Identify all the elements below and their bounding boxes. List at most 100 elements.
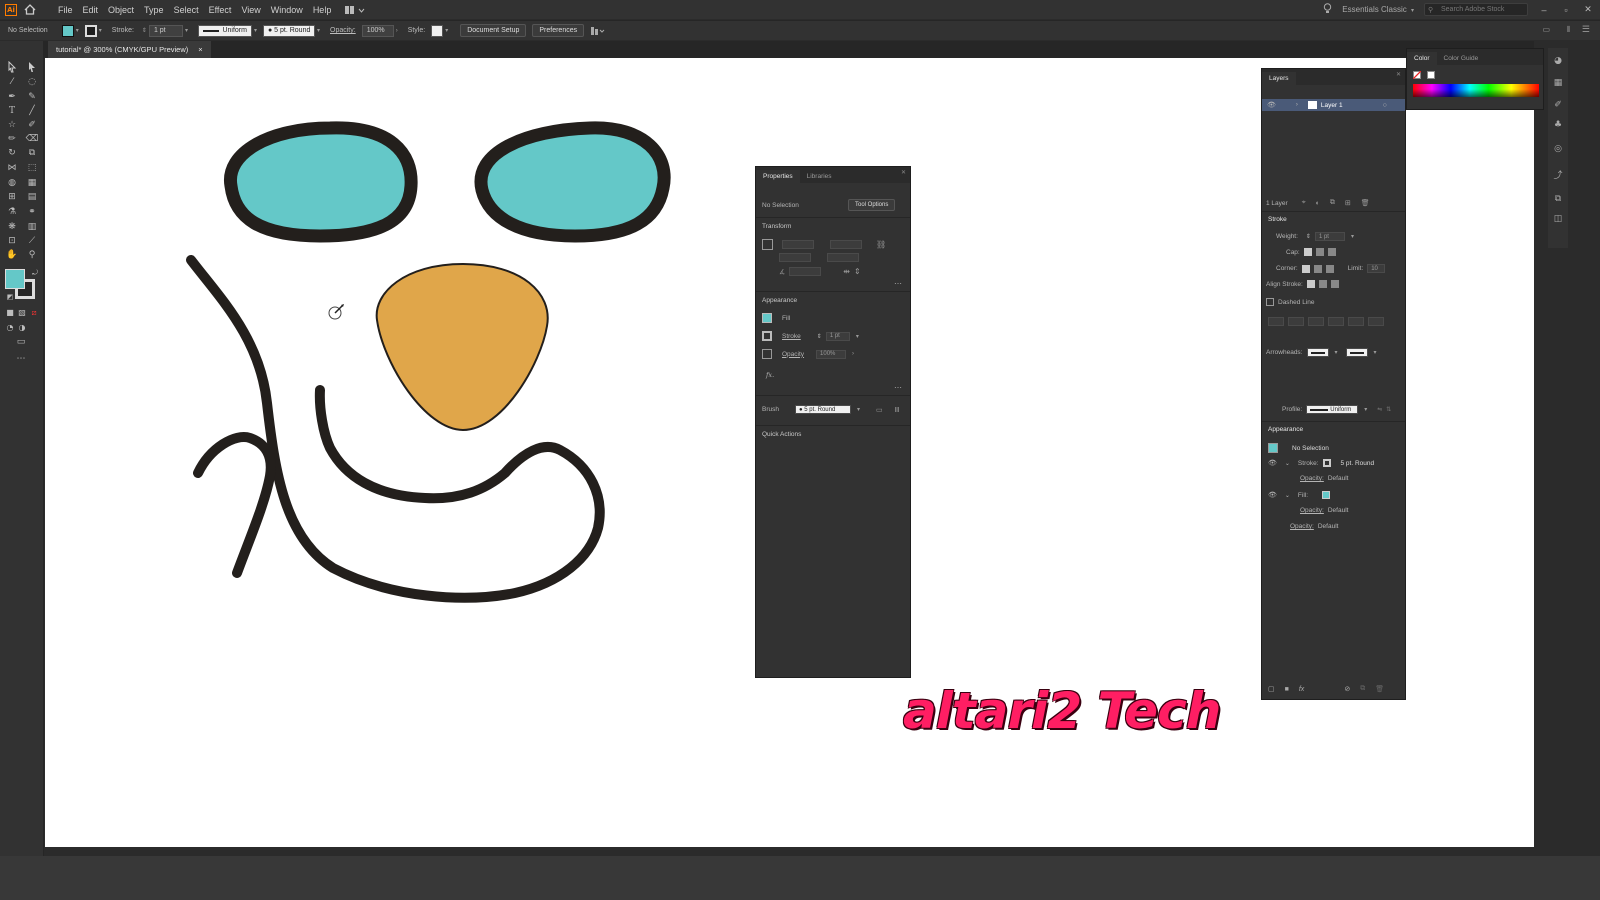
fill-visibility-eye-icon[interactable]: 👁 — [1268, 491, 1277, 499]
dash-field-2[interactable] — [1308, 317, 1324, 326]
layer-target-icon[interactable]: ○ — [1383, 102, 1387, 109]
tab-layers[interactable]: Layers — [1262, 72, 1296, 85]
layer-expand-icon[interactable]: › — [1296, 102, 1298, 108]
appearance-stroke-swatch[interactable] — [1322, 459, 1331, 467]
slice-tool-icon[interactable]: ⟋ — [25, 235, 39, 248]
white-color-icon[interactable] — [1427, 71, 1435, 79]
layer-row[interactable]: 👁 › Layer 1 ○ — [1262, 99, 1405, 111]
reference-point-icon[interactable] — [762, 239, 773, 250]
menu-window[interactable]: Window — [266, 5, 308, 15]
projecting-cap-icon[interactable] — [1327, 248, 1336, 256]
dash-field-1[interactable] — [1268, 317, 1284, 326]
none-mode-icon[interactable]: ⧄ — [27, 306, 41, 319]
curvature-tool-icon[interactable]: ✎ — [25, 91, 39, 104]
tab-libraries[interactable]: Libraries — [800, 170, 839, 183]
right-eye-shape[interactable] — [474, 121, 671, 243]
direct-selection-tool-icon[interactable] — [25, 61, 39, 74]
scale-tool-icon[interactable]: ⧉ — [25, 147, 39, 160]
appearance-panel-title[interactable]: Appearance — [1268, 426, 1303, 433]
limit-field[interactable]: 10 — [1367, 264, 1386, 273]
make-clipping-mask-icon[interactable]: ◐ — [1316, 200, 1320, 207]
stroke-label[interactable]: Stroke — [782, 333, 801, 340]
free-transform-tool-icon[interactable]: ⬚ — [25, 162, 39, 175]
asset-export-panel-icon[interactable]: ⤴ — [1552, 168, 1564, 181]
line-segment-tool-icon[interactable]: ╱ — [25, 105, 39, 118]
menu-select[interactable]: Select — [169, 5, 204, 15]
color-panel-icon[interactable]: ◕ — [1552, 56, 1564, 68]
hand-tool-icon[interactable]: ✋ — [5, 249, 19, 262]
graphic-styles-panel-icon[interactable]: ◎ — [1552, 144, 1564, 156]
profile-dropdown[interactable]: Uniform — [1306, 405, 1359, 414]
y-field[interactable] — [779, 253, 811, 262]
screen-mode-icon[interactable]: ▭ — [14, 336, 28, 349]
left-eye-shape[interactable] — [224, 121, 418, 243]
start-arrowhead-dropdown[interactable] — [1306, 348, 1329, 357]
magic-wand-tool-icon[interactable]: ⁄ — [5, 76, 19, 89]
stroke-panel-title[interactable]: Stroke — [1268, 216, 1287, 223]
align-options-icon[interactable] — [590, 26, 606, 36]
flip-vertical-icon[interactable]: ⇕ — [854, 267, 861, 276]
brush-library-icon[interactable]: Ⅲ — [895, 406, 900, 414]
fill-label[interactable]: Fill — [782, 315, 790, 322]
x-field[interactable] — [782, 240, 814, 249]
horizontal-scrollbar[interactable] — [45, 848, 1534, 856]
fill-swatch-control[interactable]: ▾ — [61, 24, 79, 37]
add-stroke-icon[interactable]: ▢ — [1268, 685, 1275, 693]
selection-tool-icon[interactable] — [5, 60, 19, 74]
symbol-sprayer-tool-icon[interactable]: ❋ — [5, 221, 19, 234]
layer-visibility-eye-icon[interactable]: 👁 — [1267, 101, 1276, 109]
perspective-grid-tool-icon[interactable]: ▦ — [25, 177, 39, 190]
paintbrush-tool-icon[interactable]: ✐ — [25, 119, 39, 132]
flip-horizontal-icon[interactable]: ⇹ — [843, 267, 850, 276]
type-tool-icon[interactable]: T — [5, 105, 19, 118]
opacity-caret[interactable]: › — [852, 351, 854, 357]
eyedropper-tool-icon[interactable]: ⚗ — [5, 206, 19, 219]
tab-properties[interactable]: Properties — [756, 170, 800, 183]
nose-shape[interactable] — [375, 262, 549, 432]
fill-swatch[interactable] — [762, 313, 772, 323]
close-document-button[interactable]: × — [198, 45, 202, 54]
menu-view[interactable]: View — [236, 5, 265, 15]
fill-swatch-icon[interactable] — [5, 269, 25, 289]
tab-color-guide[interactable]: Color Guide — [1437, 52, 1486, 65]
stroke-weight-field[interactable]: 1 pt — [825, 331, 850, 341]
delete-item-icon[interactable]: 🗑 — [1375, 685, 1384, 693]
fx-button[interactable]: fx. — [766, 371, 774, 379]
panel-close-icon[interactable]: ✕ — [901, 169, 906, 176]
column-graph-tool-icon[interactable]: ▥ — [25, 221, 39, 234]
lasso-tool-icon[interactable]: ◌ — [25, 76, 39, 89]
home-icon[interactable] — [21, 3, 39, 17]
menu-object[interactable]: Object — [103, 5, 139, 15]
stroke-weight-field[interactable]: ⇕ 1 pt ▾ — [140, 24, 188, 37]
edit-toolbar-icon[interactable]: ⋯ — [14, 353, 28, 366]
w-field[interactable] — [830, 240, 862, 249]
layer-name[interactable]: Layer 1 — [1321, 102, 1343, 109]
dashed-line-checkbox[interactable] — [1266, 298, 1274, 306]
butt-cap-icon[interactable] — [1303, 248, 1312, 256]
rotate-field[interactable] — [789, 267, 822, 276]
document-setup-button[interactable]: Document Setup — [460, 24, 527, 37]
variable-width-profile-dropdown[interactable]: Uniform ▾ — [197, 24, 257, 37]
stroke-swatch[interactable] — [762, 331, 772, 341]
artboard-tool-icon[interactable]: ⊡ — [5, 235, 19, 248]
appearance-stroke-value[interactable]: 5 pt. Round — [1341, 460, 1375, 467]
align-outside-icon[interactable] — [1330, 280, 1339, 288]
control-bar-menu-icon[interactable]: ☰ — [1582, 24, 1590, 35]
opacity-label[interactable]: Opacity — [782, 351, 804, 358]
stroke-panel-weight-field[interactable]: 1 pt — [1314, 232, 1345, 241]
round-cap-icon[interactable] — [1315, 248, 1324, 256]
tab-color[interactable]: Color — [1407, 52, 1437, 65]
locate-object-icon[interactable]: ⌖ — [1302, 199, 1306, 207]
opacity-label[interactable]: Opacity: — [330, 27, 356, 34]
search-adobe-stock-input[interactable]: ⚲ Search Adobe Stock — [1424, 3, 1528, 16]
stroke-weight-caret[interactable]: ▾ — [856, 333, 859, 340]
new-layer-icon[interactable]: ⊞ — [1345, 199, 1351, 207]
draw-behind-icon[interactable]: ◑ — [15, 321, 29, 334]
blend-tool-icon[interactable]: ⚭ — [25, 206, 39, 219]
stroke-swatch-control[interactable]: ▾ — [84, 24, 102, 37]
appearance-fill-swatch[interactable] — [1322, 491, 1331, 499]
width-tool-icon[interactable]: ⋈ — [5, 162, 19, 175]
end-arrowhead-dropdown[interactable] — [1345, 348, 1368, 357]
miter-join-icon[interactable] — [1301, 264, 1310, 273]
menu-help[interactable]: Help — [308, 5, 337, 15]
